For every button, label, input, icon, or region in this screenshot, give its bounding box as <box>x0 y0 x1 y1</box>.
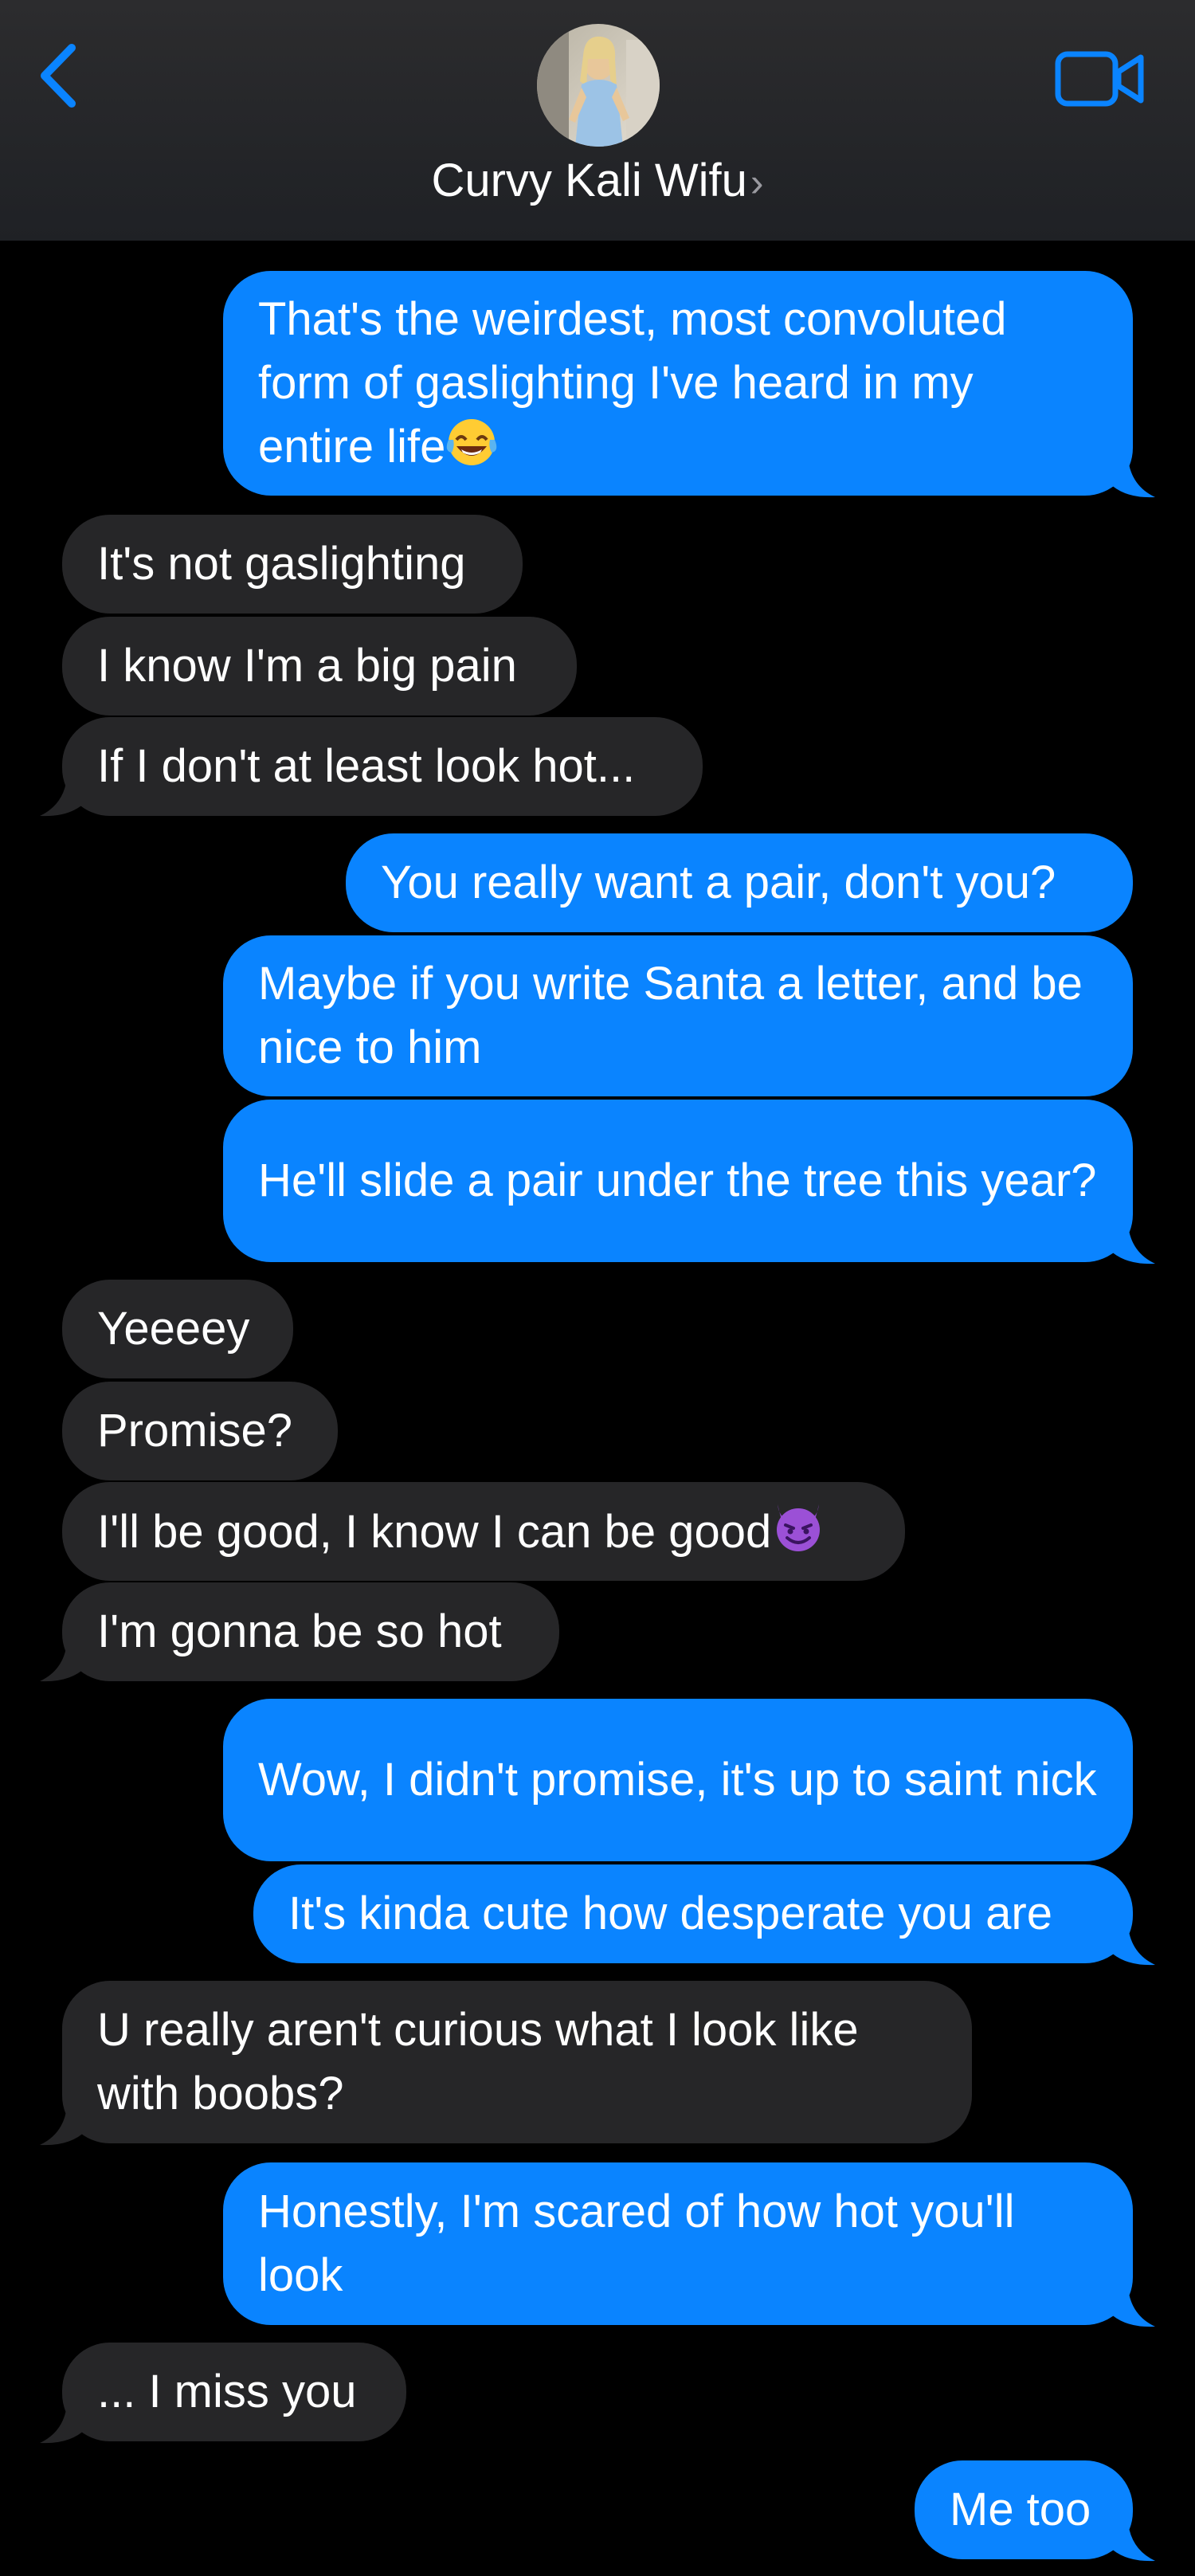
sent-message-bubble[interactable]: That's the weirdest, most convoluted for… <box>223 271 1133 496</box>
received-message-bubble[interactable]: Yeeeey <box>62 1280 293 1378</box>
message-text: I'll be good, I know I can be good <box>97 1505 772 1558</box>
bubble-tail <box>1109 1225 1155 1264</box>
message-text: U really aren't curious what I look like… <box>97 2004 859 2119</box>
received-message-bubble[interactable]: If I don't at least look hot... <box>62 717 703 816</box>
chevron-right-icon: › <box>750 160 764 205</box>
message-text: It's not gaslighting <box>97 538 466 590</box>
message-text: Wow, I didn't promise, it's up to saint … <box>258 1754 1097 1806</box>
received-message-bubble[interactable]: ... I miss you <box>62 2343 406 2441</box>
bubble-tail <box>40 2405 86 2444</box>
bubble-tail <box>40 1643 86 1682</box>
message-text: I'm gonna be so hot <box>97 1606 502 1657</box>
message-text: Me too <box>950 2484 1091 2535</box>
message-text: ... I miss you <box>97 2366 357 2417</box>
message-text: He'll slide a pair under the tree this y… <box>258 1155 1097 1206</box>
message-text: Promise? <box>97 1405 292 1457</box>
bubble-tail <box>40 2107 86 2146</box>
contact-name-button[interactable]: Curvy Kali Wifu› <box>0 153 1195 210</box>
message-text: It's kinda cute how desperate you are <box>288 1888 1052 1939</box>
message-text: Yeeeey <box>97 1303 250 1355</box>
bubble-tail <box>1109 1927 1155 1966</box>
sent-message-bubble[interactable]: Wow, I didn't promise, it's up to saint … <box>223 1699 1133 1861</box>
message-text: Honestly, I'm scared of how hot you'll l… <box>258 2186 1015 2301</box>
sent-message-bubble[interactable]: Me too <box>915 2460 1133 2559</box>
laughing-tears-emoji <box>447 419 497 465</box>
message-text: Maybe if you write Santa a letter, and b… <box>258 958 1083 1073</box>
received-message-bubble[interactable]: I'll be good, I know I can be good <box>62 1482 905 1581</box>
sent-message-bubble[interactable]: You really want a pair, don't you? <box>346 833 1133 932</box>
received-message-bubble[interactable]: I know I'm a big pain <box>62 617 577 716</box>
received-message-bubble[interactable]: I'm gonna be so hot <box>62 1582 559 1681</box>
sent-message-bubble[interactable]: He'll slide a pair under the tree this y… <box>223 1100 1133 1262</box>
facetime-video-button[interactable] <box>1053 48 1147 112</box>
bubble-tail <box>40 778 86 817</box>
bubble-tail <box>1109 459 1155 498</box>
chevron-left-icon <box>41 44 76 108</box>
message-text: That's the weirdest, most convoluted for… <box>258 293 1007 472</box>
back-button[interactable] <box>32 41 88 110</box>
message-text: You really want a pair, don't you? <box>381 857 1056 908</box>
message-text: I know I'm a big pain <box>97 640 517 692</box>
received-message-bubble[interactable]: It's not gaslighting <box>62 515 523 614</box>
received-message-bubble[interactable]: Promise? <box>62 1382 338 1480</box>
sent-message-bubble[interactable]: It's kinda cute how desperate you are <box>253 1864 1133 1963</box>
bubble-tail <box>1109 2288 1155 2327</box>
bubble-tail <box>1109 2523 1155 2562</box>
conversation-header: Curvy Kali Wifu› <box>0 0 1195 241</box>
video-camera-icon <box>1055 51 1144 107</box>
sent-message-bubble[interactable]: Honestly, I'm scared of how hot you'll l… <box>223 2162 1133 2325</box>
received-message-bubble[interactable]: U really aren't curious what I look like… <box>62 1981 972 2143</box>
avatar-photo <box>537 24 660 147</box>
message-text: If I don't at least look hot... <box>97 740 636 792</box>
sent-message-bubble[interactable]: Maybe if you write Santa a letter, and b… <box>223 935 1133 1096</box>
contact-avatar[interactable] <box>537 24 660 147</box>
smiling-devil-emoji <box>777 1504 821 1551</box>
contact-name: Curvy Kali Wifu <box>431 155 747 206</box>
